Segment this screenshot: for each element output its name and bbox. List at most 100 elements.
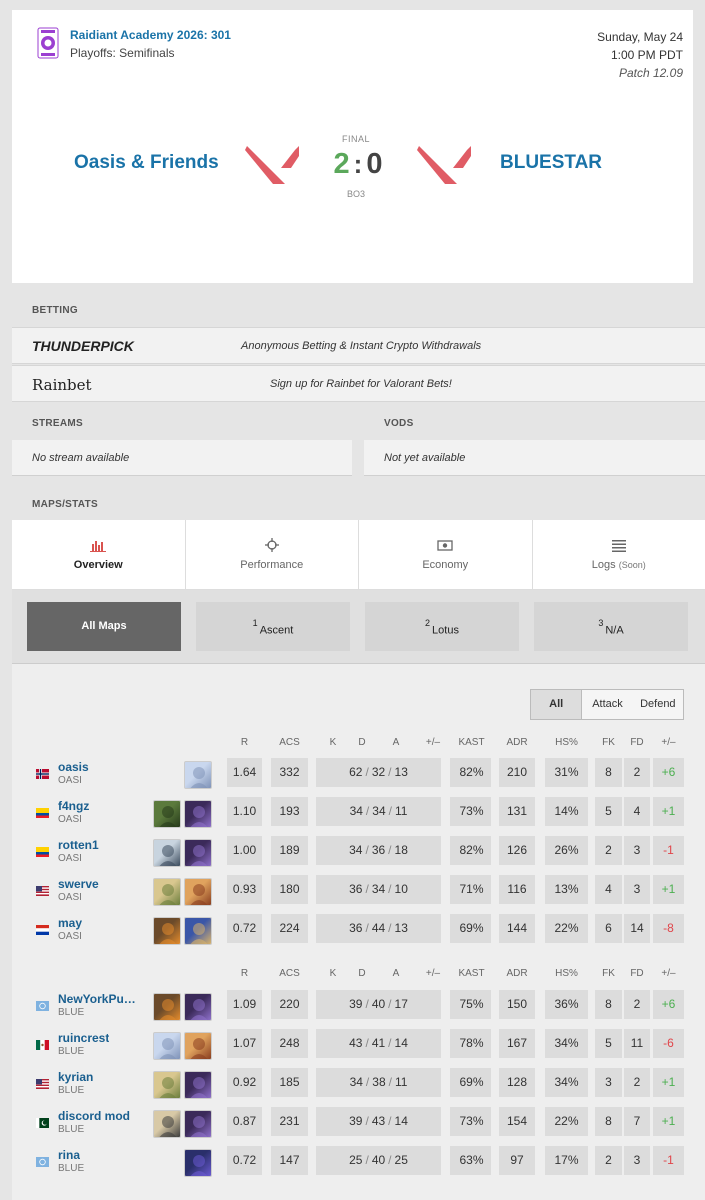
stat-fk-diff-value: +1 [661,882,676,896]
stat-adr-value: 116 [507,882,527,896]
stat-rating-value: 0.72 [232,921,257,935]
side-toggle-defend[interactable]: Defend [633,690,683,719]
stat-hs-value: 34% [554,1036,579,1050]
stat-a-value: 14 [394,1114,408,1128]
map-button-ascent[interactable]: 1Ascent [196,602,350,651]
stat-rating: 1.10 [227,797,262,826]
betting-text: Anonymous Betting & Instant Crypto Withd… [241,340,482,352]
stat-hs: 13% [545,875,588,904]
stat-fk-diff-value: +1 [661,1075,676,1089]
match-score: 2:0 [328,148,388,181]
event-logo-icon[interactable] [37,27,59,59]
column-header: FD [630,737,644,748]
stat-fk-diff: +1 [653,797,684,826]
team2-name-link[interactable]: BLUESTAR [500,152,602,174]
match-status: FINAL [341,134,370,144]
player-team-tag: BLUE [58,1163,85,1174]
crosshair-icon [264,538,279,552]
column-header: R [240,737,249,748]
stats-panel: All Attack Defend R ACS K D A +/– KAST ADR HS% FK… [12,664,705,1200]
tab-logs[interactable]: Logs (Soon) [533,520,705,589]
column-header: FK [602,968,615,979]
stat-fd-value: 3 [633,843,641,857]
stat-acs: 332 [271,758,308,787]
flag-un-icon [36,1156,49,1167]
stat-rating: 1.00 [227,836,262,865]
stat-k-value: 62 [349,765,363,779]
stat-fd-value: 3 [633,1153,641,1167]
agent-jett-icon [184,761,212,789]
stat-adr-value: 97 [510,1153,524,1167]
map-number: 3 [598,618,604,628]
stat-a-value: 13 [394,921,408,935]
player-name-link[interactable]: oasis [58,760,89,774]
tab-performance[interactable]: Performance [186,520,359,589]
map-number: 2 [425,618,431,628]
stat-hs: 22% [545,1107,588,1136]
player-name-link[interactable]: rina [58,1148,80,1162]
stat-acs: 193 [271,797,308,826]
kda-separator: / [365,804,370,818]
player-name-link[interactable]: rotten1 [58,838,99,852]
stat-adr-value: 126 [506,843,528,857]
kda-separator: / [365,765,369,779]
rainbet-logo: Rainbet [32,376,92,394]
stat-adr-value: 131 [506,804,528,818]
column-header: A [392,737,400,748]
agent-sage-icon [153,839,181,867]
flag-pakistan-icon [36,1117,49,1128]
player-name-link[interactable]: kyrian [58,1070,93,1084]
map-button-na[interactable]: 3N/A [534,602,688,651]
agent-reyna-icon [184,1110,212,1138]
side-toggle-all[interactable]: All [531,690,583,719]
stat-d-value: 34 [371,882,386,896]
team1-score: 2 [333,148,350,180]
kda-separator: / [365,882,369,896]
map-button-all[interactable]: All Maps [27,602,181,651]
stat-rating: 0.72 [227,914,262,943]
tab-economy[interactable]: Economy [359,520,533,589]
player-name-link[interactable]: discord mod [58,1109,130,1123]
team1-logo-icon[interactable] [245,146,299,190]
map-button-lotus[interactable]: 2Lotus [365,602,519,651]
agent-jett-icon [153,1032,181,1060]
map-name: Lotus [432,624,459,637]
player-name-link[interactable]: f4ngz [58,799,89,813]
player-name-link[interactable]: may [58,916,82,930]
team2-logo-icon[interactable] [417,146,471,190]
stat-d-value: 40 [371,1153,386,1167]
agent-viper-icon [153,800,181,828]
event-title-link[interactable]: Raidiant Academy 2026: 301 [70,28,231,42]
kda-separator: / [365,997,369,1011]
stat-kast: 73% [452,797,491,826]
stat-fd: 11 [624,1029,650,1058]
stat-kast-value: 75% [459,997,484,1011]
stat-adr-value: 144 [506,921,528,935]
stat-hs-value: 17% [554,1153,579,1167]
stat-fk: 8 [595,1107,622,1136]
player-row: swerveOASI0.9318036/34/10+271%11613%43+1 [12,875,705,911]
team1-name-link[interactable]: Oasis & Friends [74,152,219,174]
list-icon [611,540,626,552]
stat-fk: 2 [595,836,622,865]
map-name: N/A [605,624,624,637]
stat-fk-diff: +1 [653,1107,684,1136]
player-row: f4ngzOASI1.1019334/34/11073%13114%54+1 [12,797,705,833]
player-name-link[interactable]: swerve [58,877,99,891]
player-team-tag: BLUE [58,1124,85,1135]
player-team-tag: OASI [58,814,82,825]
stat-rating: 1.07 [227,1029,262,1058]
stat-rating: 0.87 [227,1107,262,1136]
stat-kast-value: 63% [459,1153,484,1167]
stat-k-value: 36 [349,882,363,896]
tab-overview[interactable]: Overview [12,520,186,589]
stat-kast-value: 82% [459,765,484,779]
side-toggle-attack[interactable]: Attack [582,690,632,719]
player-name-link[interactable]: NewYorkPup... [58,992,140,1006]
betting-row-rainbet[interactable]: Rainbet Sign up for Rainbet for Valorant… [12,365,705,402]
agent-reyna-icon [184,993,212,1021]
betting-row-thunderpick[interactable]: THUNDERPICK Anonymous Betting & Instant … [12,327,705,364]
stat-d-value: 41 [371,1036,386,1050]
agent-reyna-icon [184,800,212,828]
player-name-link[interactable]: ruincrest [58,1031,109,1045]
